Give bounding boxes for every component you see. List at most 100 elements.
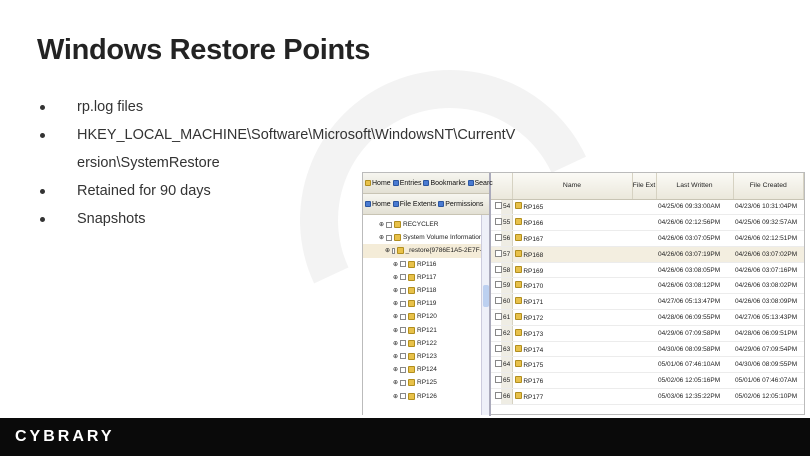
tree-node[interactable]: ⊕ RP125 xyxy=(363,376,489,389)
row-checkbox[interactable] xyxy=(495,281,502,289)
row-checkbox[interactable] xyxy=(495,202,502,210)
tab-home[interactable]: Home xyxy=(365,180,391,187)
table-row[interactable]: 64 RP175 05/01/06 07:46:10AM 04/30/06 08:0… xyxy=(491,356,804,374)
tab-entries[interactable]: Entries xyxy=(392,180,421,187)
ext-cell xyxy=(632,262,656,279)
tab-home-2[interactable]: Home xyxy=(365,201,391,208)
table-row[interactable]: 57 RP168 04/26/06 03:07:19PM 04/26/06 03:0… xyxy=(491,246,804,263)
expand-icon[interactable]: ⊕ xyxy=(393,379,398,386)
tab-file-extents[interactable]: File Extents xyxy=(392,201,436,208)
tree-node[interactable]: ⊕ RP116 xyxy=(363,258,489,271)
checkbox[interactable] xyxy=(400,261,407,268)
checkbox[interactable] xyxy=(392,247,395,254)
tree-node[interactable]: ⊕ RP117 xyxy=(363,271,489,284)
created-cell: 04/25/06 09:32:57AM xyxy=(733,214,804,232)
table-row[interactable]: 55 RP166 04/26/06 02:12:56PM 04/25/06 09:3… xyxy=(491,214,804,232)
tree-node[interactable]: ⊕ RP126 xyxy=(363,389,489,402)
expand-icon[interactable]: ⊕ xyxy=(393,340,398,347)
row-checkbox[interactable] xyxy=(495,312,502,320)
expand-icon[interactable]: ⊕ xyxy=(393,393,398,400)
expand-icon[interactable]: ⊕ xyxy=(379,234,384,241)
table-row[interactable]: 60 RP171 04/27/06 05:13:47PM 04/26/06 03:0… xyxy=(491,293,804,311)
tree-node[interactable]: ⊕ RP120 xyxy=(363,310,489,323)
expand-icon[interactable]: ⊕ xyxy=(393,261,398,268)
folder-icon xyxy=(514,391,522,399)
tree-node[interactable]: ⊕ _restore{9786E1A5-2E7F-48 xyxy=(363,244,489,258)
checkbox[interactable] xyxy=(400,313,407,320)
folder-icon xyxy=(394,221,402,229)
checkbox[interactable] xyxy=(386,221,393,228)
tab-search[interactable]: Searc xyxy=(467,180,493,187)
tree-node[interactable]: ⊕ RP118 xyxy=(363,284,489,297)
expand-icon[interactable]: ⊕ xyxy=(393,353,398,360)
extents-icon xyxy=(392,201,399,207)
row-checkbox[interactable] xyxy=(495,376,502,384)
table-row[interactable]: 54 RP165 04/25/06 09:33:00AM 04/23/06 10:3… xyxy=(491,199,804,216)
row-number: 64 xyxy=(501,356,513,374)
row-checkbox[interactable] xyxy=(495,328,502,336)
tree-node[interactable]: ⊕ RP121 xyxy=(363,324,489,337)
expand-icon[interactable]: ⊕ xyxy=(385,247,390,254)
row-name: RP173 xyxy=(523,330,544,338)
table-row[interactable]: 59 RP170 04/26/06 03:08:12PM 04/26/06 03:0… xyxy=(491,277,804,295)
header-name[interactable]: Name xyxy=(512,173,633,200)
expand-icon[interactable]: ⊕ xyxy=(393,300,398,307)
tree-node[interactable]: ⊕ RP124 xyxy=(363,363,489,376)
row-checkbox[interactable] xyxy=(495,218,502,226)
expand-icon[interactable]: ⊕ xyxy=(393,313,398,320)
tree-node[interactable]: ⊕ RP119 xyxy=(363,297,489,310)
expand-icon[interactable]: ⊕ xyxy=(379,221,384,228)
table-row[interactable]: 63 RP174 04/30/06 08:09:58PM 04/29/06 07:0… xyxy=(491,341,804,358)
header-last-written[interactable]: Last Written xyxy=(656,173,734,200)
table-row[interactable]: 61 RP172 04/28/06 06:09:55PM 04/27/06 05:1… xyxy=(491,309,804,326)
written-cell: 04/28/06 06:09:55PM xyxy=(656,309,733,326)
tree-node[interactable]: ⊕ RP123 xyxy=(363,350,489,363)
checkbox[interactable] xyxy=(400,366,407,373)
checkbox[interactable] xyxy=(386,234,393,241)
tree-node[interactable]: ⊕ System Volume Information xyxy=(363,231,489,244)
folder-icon xyxy=(408,379,416,387)
expand-icon[interactable]: ⊕ xyxy=(393,327,398,334)
row-checkbox[interactable] xyxy=(495,265,502,273)
tab-permissions[interactable]: Permissions xyxy=(438,201,483,208)
created-cell: 04/26/06 03:07:02PM xyxy=(733,246,804,263)
table-row[interactable]: 66 RP177 05/03/06 12:35:22PM 05/02/06 12:0… xyxy=(491,388,804,405)
row-checkbox[interactable] xyxy=(495,344,502,352)
row-number: 65 xyxy=(501,372,513,390)
tree-node-label: RP119 xyxy=(417,300,437,308)
checkbox[interactable] xyxy=(400,327,407,334)
row-checkbox[interactable] xyxy=(495,249,502,257)
checkbox[interactable] xyxy=(400,393,407,400)
tree-scrollbar[interactable] xyxy=(481,215,489,415)
row-checkbox[interactable] xyxy=(495,233,502,241)
checkbox[interactable] xyxy=(400,353,407,360)
name-cell: RP177 xyxy=(512,388,632,405)
row-name: RP168 xyxy=(523,251,544,259)
row-checkbox[interactable] xyxy=(495,297,502,305)
folder-icon xyxy=(408,352,416,360)
row-name: RP169 xyxy=(523,267,544,275)
written-cell: 04/26/06 03:08:05PM xyxy=(656,262,733,279)
written-cell: 04/30/06 08:09:58PM xyxy=(656,341,733,358)
checkbox[interactable] xyxy=(400,300,407,307)
row-checkbox[interactable] xyxy=(495,391,502,399)
row-checkbox[interactable] xyxy=(495,360,502,368)
expand-icon[interactable]: ⊕ xyxy=(393,366,398,373)
header-file-created[interactable]: File Created xyxy=(733,173,804,200)
checkbox[interactable] xyxy=(400,379,407,386)
tree-node[interactable]: ⊕ RP122 xyxy=(363,337,489,350)
expand-icon[interactable]: ⊕ xyxy=(393,274,398,281)
tree-node[interactable]: ⊕ RECYCLER xyxy=(363,218,489,231)
tree-node-label: RP123 xyxy=(417,352,437,360)
folder-icon xyxy=(408,392,416,400)
table-row[interactable]: 58 RP169 04/26/06 03:08:05PM 04/26/06 03:0… xyxy=(491,262,804,279)
tab-bookmarks[interactable]: Bookmarks xyxy=(423,180,466,187)
checkbox[interactable] xyxy=(400,287,407,294)
table-row[interactable]: 56 RP167 04/26/06 03:07:05PM 04/26/06 02:1… xyxy=(491,230,804,247)
table-row[interactable]: 62 RP173 04/29/06 07:09:58PM 04/28/06 06:0… xyxy=(491,325,804,342)
table-row[interactable]: 65 RP176 05/02/06 12:05:16PM 05/01/06 07:4… xyxy=(491,372,804,390)
checkbox[interactable] xyxy=(400,340,407,347)
header-file-ext[interactable]: File Ext xyxy=(632,173,657,200)
expand-icon[interactable]: ⊕ xyxy=(393,287,398,294)
checkbox[interactable] xyxy=(400,274,407,281)
